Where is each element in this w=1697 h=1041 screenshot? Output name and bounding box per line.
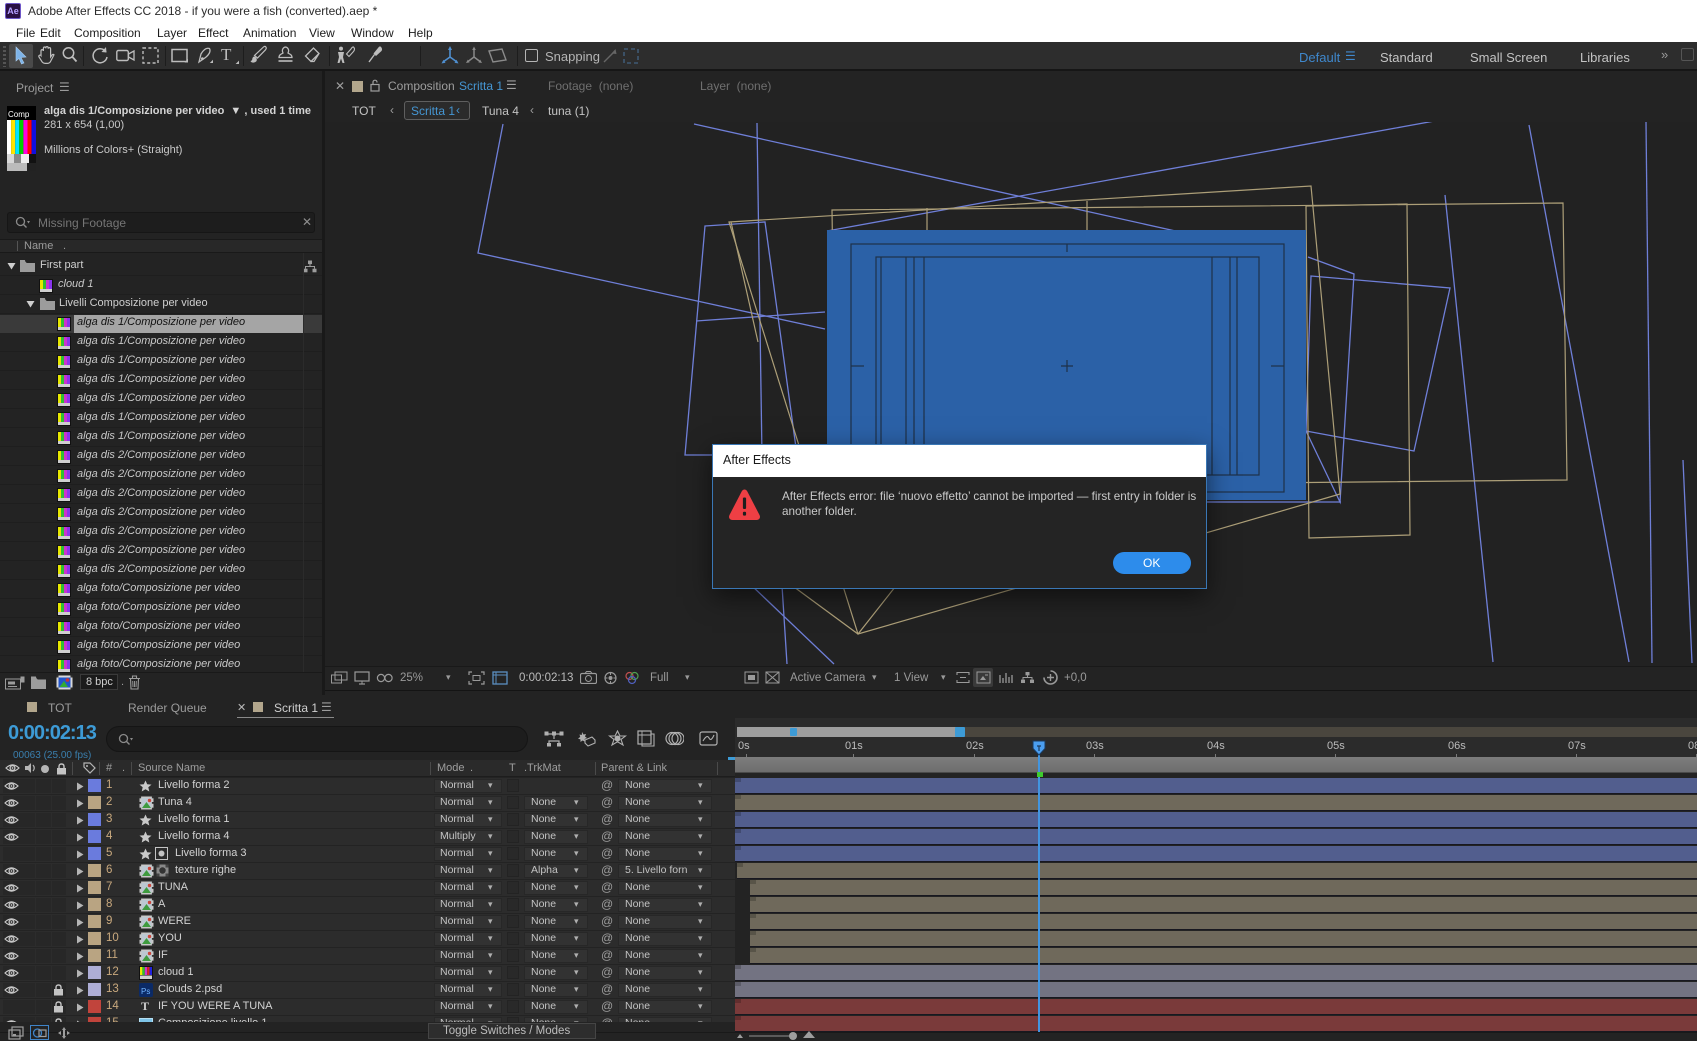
svg-text:Ps: Ps (141, 987, 150, 996)
svg-text:Comp: Comp (8, 110, 30, 119)
